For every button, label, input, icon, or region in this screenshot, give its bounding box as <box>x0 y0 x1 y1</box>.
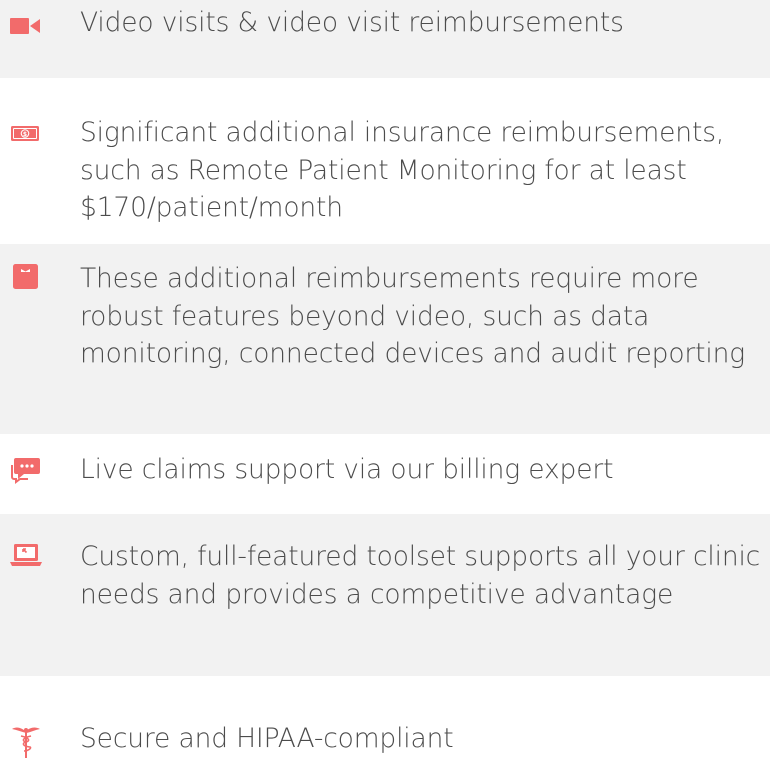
feature-item-insurance-reimbursements: $ Significant additional insurance reimb… <box>0 78 770 244</box>
feature-text: Video visits & video visit reimbursement… <box>80 7 624 38</box>
feature-text: Live claims support via our billing expe… <box>80 454 614 485</box>
feature-text: Custom, full-featured toolset supports a… <box>80 541 761 610</box>
money-icon: $ <box>10 118 42 148</box>
svg-text:$: $ <box>23 131 27 138</box>
video-camera-icon <box>10 10 42 40</box>
scale-icon <box>10 262 42 292</box>
feature-text: Secure and HIPAA-compliant <box>80 723 454 754</box>
chat-icon <box>10 454 42 484</box>
feature-item-claims-support: Live claims support via our billing expe… <box>0 434 770 514</box>
feature-item-video-visits: Video visits & video visit reimbursement… <box>0 0 770 78</box>
feature-item-custom-toolset: Custom, full-featured toolset supports a… <box>0 514 770 676</box>
feature-list: Video visits & video visit reimbursement… <box>0 0 770 782</box>
caduceus-icon <box>10 724 42 760</box>
feature-text: Significant additional insurance reimbur… <box>80 117 725 223</box>
laptop-icon <box>10 540 42 570</box>
feature-text: These additional reimbursements require … <box>80 263 746 369</box>
feature-item-hipaa: Secure and HIPAA-compliant <box>0 676 770 782</box>
feature-item-robust-features: These additional reimbursements require … <box>0 244 770 434</box>
